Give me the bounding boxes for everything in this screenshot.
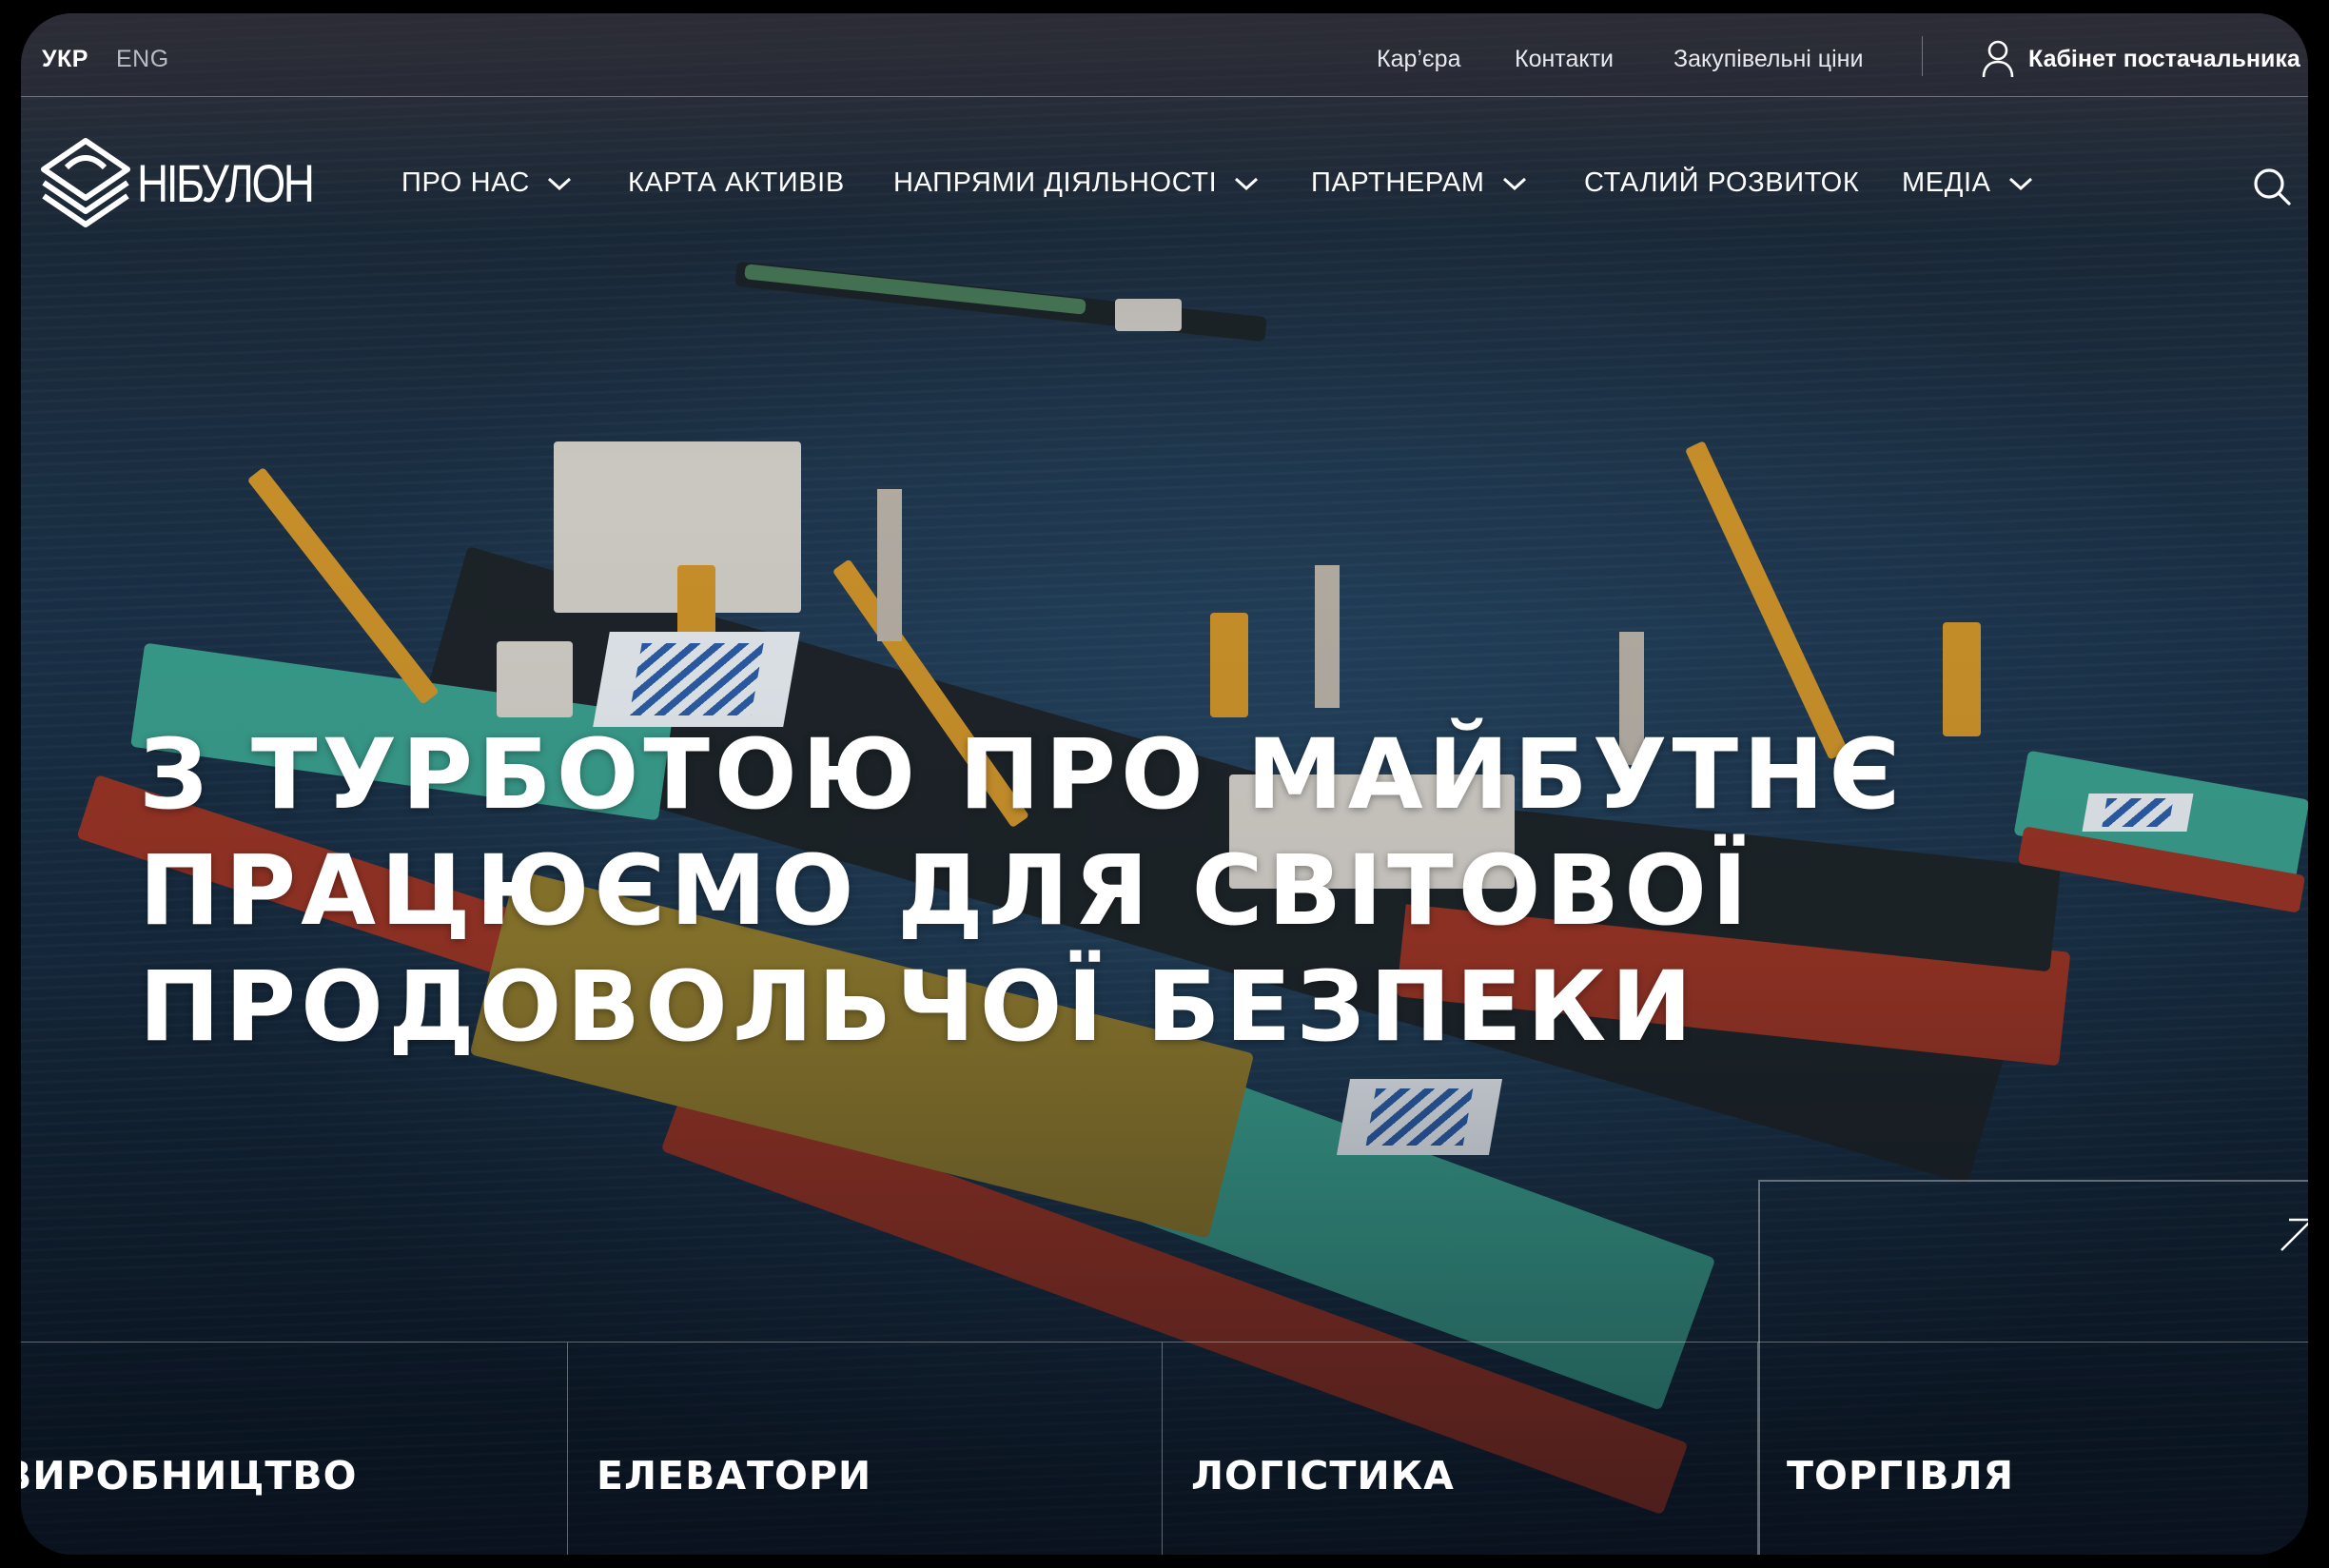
category-tiles: ВИРОБНИЦТВО ЕЛЕВАТОРИ ЛОГІСТИКА ТОРГІВЛЯ (21, 1342, 2308, 1555)
nav-activities[interactable]: НАПРЯМИ ДІЯЛЬНОСТІ (893, 167, 1259, 199)
lang-eng[interactable]: ENG (116, 46, 169, 73)
tile-trading[interactable]: ТОРГІВЛЯ (1758, 1343, 2308, 1555)
site-logo[interactable]: НІБУЛОН (38, 135, 351, 230)
purchase-prices-link[interactable]: Закупівельні ціни (1673, 46, 1863, 73)
main-navigation: НІБУЛОН ПРО НАС КАРТА АКТИВІВ НАПРЯМИ ДІ… (21, 97, 2308, 240)
device-frame: УКР ENG Кар’єра Контакти Закупівельні ці… (0, 0, 2329, 1568)
nav-sustainability-label: СТАЛИЙ РОЗВИТОК (1584, 167, 1860, 198)
utility-bar: УКР ENG Кар’єра Контакти Закупівельні ці… (21, 13, 2308, 97)
divider (1922, 36, 1923, 76)
supplier-cabinet-label: Кабінет постачальника (2028, 45, 2300, 72)
chevron-down-icon (1235, 177, 1259, 190)
tile-production[interactable]: ВИРОБНИЦТВО (21, 1343, 568, 1555)
chevron-down-icon (2008, 177, 2032, 190)
lang-ukr[interactable]: УКР (42, 46, 88, 73)
nibulon-logo-icon (41, 138, 130, 227)
nav-media-label: МЕДІА (1902, 167, 1991, 198)
nav-partners-label: ПАРТНЕРАМ (1311, 167, 1485, 198)
tile-trading-label: ТОРГІВЛЯ (1787, 1453, 2015, 1499)
contacts-link[interactable]: Контакти (1515, 46, 1614, 73)
nav-about[interactable]: ПРО НАС (401, 167, 572, 199)
tile-elevators-label: ЕЛЕВАТОРИ (597, 1453, 872, 1499)
logo-text: НІБУЛОН (137, 152, 315, 213)
hero-headline-line-3: продовольчої безпеки (139, 951, 1697, 1064)
nav-activities-label: НАПРЯМИ ДІЯЛЬНОСТІ (893, 167, 1218, 198)
chevron-down-icon (547, 177, 571, 190)
user-icon (1982, 40, 2014, 78)
nav-media[interactable]: МЕДІА (1902, 167, 2033, 199)
hero-headline: З турботою про майбутнє працюємо для сві… (139, 717, 1994, 1066)
hero-headline-line-2: працюємо для світової (139, 834, 1752, 948)
supplier-cabinet-link[interactable]: Кабінет постачальника (1981, 38, 2300, 80)
search-icon (2254, 168, 2291, 206)
browser-viewport: УКР ENG Кар’єра Контакти Закупівельні ці… (21, 13, 2308, 1555)
featured-arrow-button[interactable] (2276, 1214, 2308, 1256)
tile-logistics[interactable]: ЛОГІСТИКА (1163, 1343, 1758, 1555)
tile-logistics-label: ЛОГІСТИКА (1191, 1453, 1455, 1499)
career-link[interactable]: Кар’єра (1377, 46, 1461, 73)
hero-headline-line-1: З турботою про майбутнє (139, 718, 1906, 832)
tile-production-label: ВИРОБНИЦТВО (21, 1453, 358, 1499)
tile-elevators[interactable]: ЕЛЕВАТОРИ (568, 1343, 1163, 1555)
nav-partners[interactable]: ПАРТНЕРАМ (1311, 167, 1527, 199)
nav-assets-map-label: КАРТА АКТИВІВ (628, 167, 845, 198)
search-button[interactable] (2251, 166, 2293, 207)
nav-sustainability[interactable]: СТАЛИЙ РОЗВИТОК (1584, 167, 1859, 199)
nav-about-label: ПРО НАС (401, 167, 530, 198)
chevron-down-icon (1502, 177, 1526, 190)
nav-assets-map[interactable]: КАРТА АКТИВІВ (628, 167, 845, 199)
arrow-up-right-icon (2280, 1218, 2308, 1251)
